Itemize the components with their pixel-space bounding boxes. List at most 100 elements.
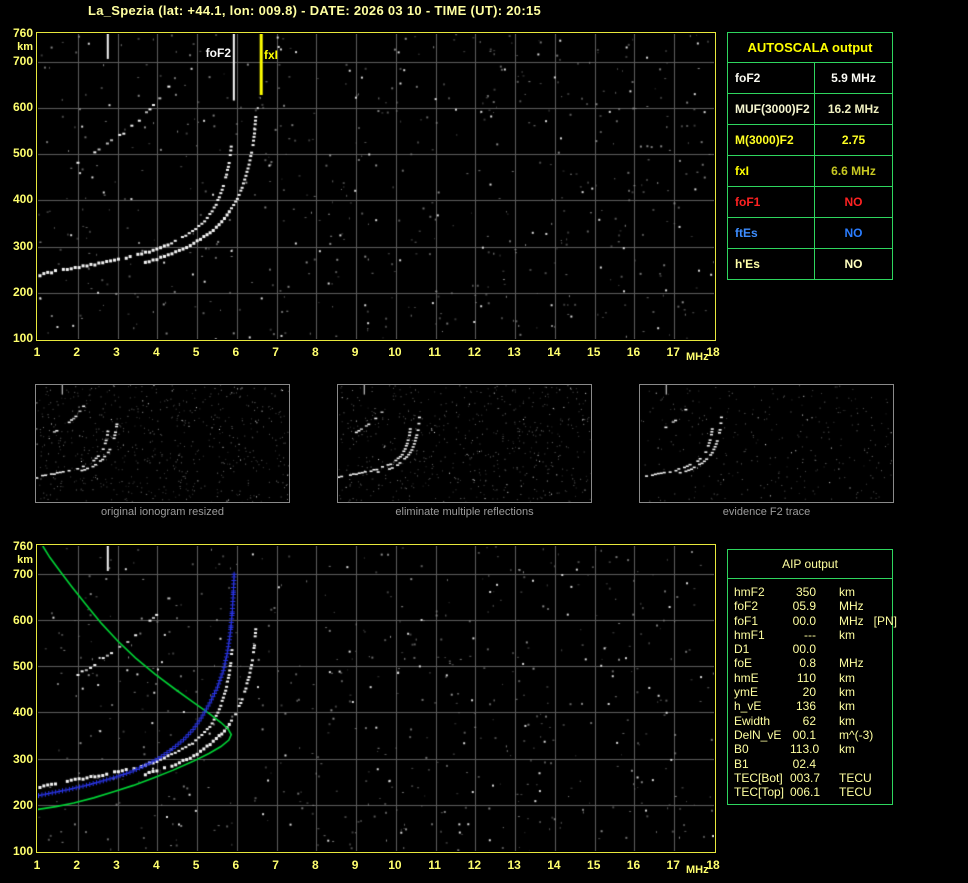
- aip-unit: km: [839, 670, 855, 685]
- x-tick-label: 13: [507, 345, 521, 359]
- aip-label: hmF2: [734, 585, 765, 599]
- x-tick-label: 3: [113, 345, 120, 359]
- aip-value: 003.7: [790, 770, 821, 785]
- x-tick-label: 11: [428, 858, 441, 872]
- aip-label: B1: [734, 756, 749, 771]
- parameter-name: foF1: [728, 187, 815, 217]
- parameter-value: NO: [844, 195, 863, 209]
- x-tick-label: 3: [113, 858, 120, 872]
- aip-row: hmF1 --- km: [734, 628, 892, 642]
- thumbnail-canvas: [36, 385, 289, 502]
- aip-extra: [PN]: [873, 613, 898, 628]
- y-tick-label: 760: [12, 26, 33, 40]
- aip-table-header: AIP output: [728, 550, 892, 579]
- autoscala-row: ftEs NO: [728, 217, 892, 248]
- ionogram-plot-profile: [36, 544, 716, 853]
- aip-label: B0: [734, 742, 749, 757]
- aip-label: hmF1: [734, 627, 765, 642]
- autoscala-window: La_Spezia (lat: +44.1, lon: 009.8) - DAT…: [0, 0, 968, 883]
- x-tick-label: 6: [232, 858, 240, 872]
- x-tick-label: 14: [547, 345, 561, 359]
- y-tick-label: 300: [12, 751, 33, 766]
- ionogram-canvas-main: [38, 34, 714, 339]
- aip-label: foF1: [734, 613, 759, 628]
- x-tick-label: 13: [507, 858, 521, 872]
- y-tick-label: 100: [12, 844, 33, 858]
- x-tick-label: 9: [351, 345, 359, 359]
- aip-unit: TECU: [839, 770, 872, 785]
- aip-value: 136: [795, 699, 816, 714]
- x-tick-label: 1: [33, 345, 41, 359]
- aip-row: foE 0.8 MHz: [734, 656, 892, 670]
- thumbnail-canvas: [640, 385, 893, 502]
- aip-label: hmE: [734, 670, 759, 685]
- aip-value: 110: [796, 670, 816, 685]
- aip-row: Ewidth 62 km: [734, 714, 892, 728]
- x-tick-label: 14: [547, 858, 561, 872]
- aip-row: hmE 110 km: [734, 671, 892, 685]
- x-tick-label: 6: [232, 345, 240, 359]
- x-tick-label: 15: [587, 858, 601, 872]
- aip-value: 20: [802, 685, 816, 700]
- parameter-name: h'Es: [728, 249, 815, 279]
- thumbnail-caption: original ionogram resized: [101, 506, 224, 518]
- ionogram-plot-main: foF2 fxI: [36, 32, 716, 341]
- autoscala-table-rows: foF2 5.9 MHz MUF(3000)F2 16.2 MHz M(3000)F2 2…: [728, 62, 892, 279]
- x-tick-label: 5: [192, 345, 200, 359]
- aip-row: B1 02.4: [734, 757, 892, 771]
- x-tick-label: 16: [626, 345, 641, 359]
- aip-unit: km: [839, 585, 855, 599]
- aip-value: ---: [804, 627, 816, 642]
- x-tick-label: 4: [152, 345, 160, 359]
- y-tick-label: 400: [12, 192, 33, 207]
- station-title: La_Spezia (lat: +44.1, lon: 009.8) - DAT…: [88, 3, 542, 18]
- parameter-value: NO: [844, 257, 863, 271]
- x-tick-label: 12: [467, 345, 482, 359]
- x-tick-label: 16: [626, 858, 641, 872]
- aip-label: Ewidth: [734, 713, 771, 728]
- y-axis-unit-label: km: [17, 554, 33, 566]
- aip-value: 02.4: [792, 756, 816, 771]
- aip-value: 006.1: [790, 785, 821, 800]
- aip-unit: km: [839, 742, 855, 757]
- x-tick-label: 2: [73, 858, 81, 872]
- aip-value: 113.0: [790, 742, 820, 757]
- aip-value: 62: [802, 713, 816, 728]
- foF2-marker-label: foF2: [205, 46, 231, 60]
- x-axis-unit-label: MHz: [686, 864, 709, 876]
- autoscala-row: foF1 NO: [728, 186, 892, 217]
- x-tick-label: 8: [312, 345, 319, 359]
- y-tick-label: 500: [12, 146, 33, 161]
- x-tick-label: 17: [666, 345, 680, 359]
- x-tick-label: 17: [666, 858, 680, 872]
- parameter-name: ftEs: [728, 218, 815, 248]
- y-axis-unit-label: km: [17, 41, 33, 53]
- ionogram-canvas-profile: [38, 546, 714, 851]
- y-tick-label: 400: [12, 705, 33, 720]
- thumbnail-caption: evidence F2 trace: [722, 506, 811, 518]
- parameter-value: 6.6 MHz: [831, 164, 876, 178]
- x-tick-label: 8: [312, 858, 319, 872]
- aip-label: foE: [734, 656, 753, 671]
- y-tick-label: 700: [12, 53, 33, 68]
- aip-row: foF1 00.0 MHz [PN]: [734, 613, 897, 628]
- parameter-value: NO: [844, 226, 863, 240]
- autoscala-row: foF2 5.9 MHz: [728, 62, 892, 93]
- x-tick-label: 12: [467, 858, 482, 872]
- parameter-name: M(3000)F2: [728, 125, 815, 155]
- y-tick-label: 100: [12, 331, 33, 345]
- y-tick-label: 500: [12, 659, 33, 674]
- aip-unit: MHz: [839, 656, 864, 671]
- aip-row: TEC[Top] 006.1 TECU: [734, 785, 892, 799]
- thumbnail-evidence-f2: [639, 384, 894, 503]
- thumbnail-caption: eliminate multiple reflections: [395, 506, 534, 518]
- parameter-value: 5.9 MHz: [831, 71, 876, 85]
- thumbnail-canvas: [338, 385, 591, 502]
- x-axis-unit-label: MHz: [686, 351, 709, 363]
- autoscala-row: h'Es NO: [728, 248, 892, 279]
- y-tick-label: 600: [12, 612, 33, 627]
- aip-unit: MHz: [839, 599, 864, 614]
- parameter-value: 16.2 MHz: [827, 102, 880, 116]
- aip-value: 350: [795, 585, 816, 599]
- aip-unit: km: [839, 685, 855, 700]
